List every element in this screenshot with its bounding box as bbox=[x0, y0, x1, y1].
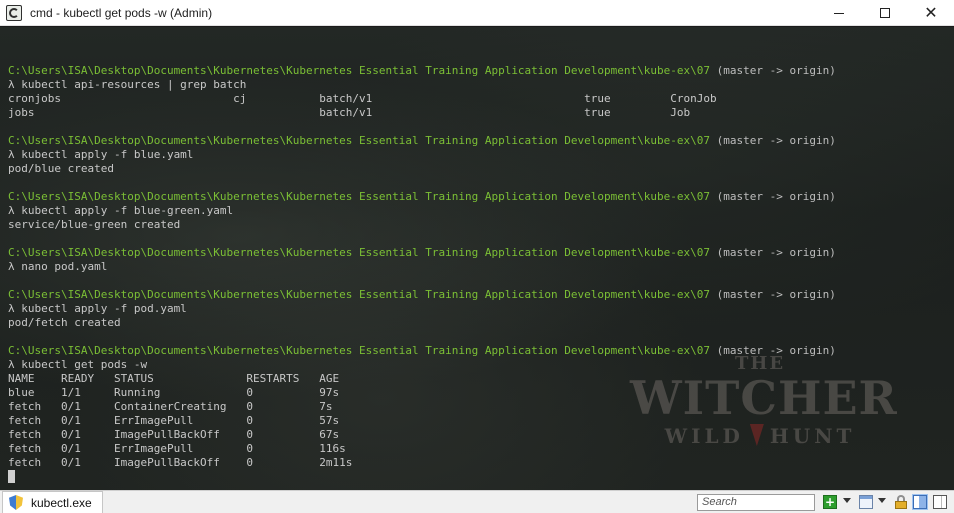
prompt-line: C:\Users\ISA\Desktop\Documents\Kubernete… bbox=[8, 190, 836, 204]
cursor-line bbox=[8, 470, 836, 484]
tab-kubectl[interactable]: kubectl.exe bbox=[2, 491, 103, 513]
prompt-path: C:\Users\ISA\Desktop\Documents\Kubernete… bbox=[8, 246, 710, 259]
output-line: NAME READY STATUS RESTARTS AGE bbox=[8, 372, 340, 385]
plus-icon[interactable]: + bbox=[823, 495, 837, 509]
window-title: cmd - kubectl get pods -w (Admin) bbox=[30, 5, 213, 20]
git-branch: (master -> origin) bbox=[716, 344, 836, 357]
prompt-path: C:\Users\ISA\Desktop\Documents\Kubernete… bbox=[8, 344, 710, 357]
maximize-button[interactable] bbox=[862, 0, 908, 26]
close-icon: ✕ bbox=[924, 3, 938, 22]
close-button[interactable]: ✕ bbox=[908, 0, 954, 26]
command-line: λ kubectl api-resources | grep batch bbox=[8, 78, 247, 91]
prompt-line: C:\Users\ISA\Desktop\Documents\Kubernete… bbox=[8, 134, 836, 148]
lock-icon[interactable] bbox=[894, 495, 908, 509]
prompt-path: C:\Users\ISA\Desktop\Documents\Kubernete… bbox=[8, 288, 710, 301]
title-bar: cmd - kubectl get pods -w (Admin) ✕ bbox=[0, 0, 954, 26]
tab-label: kubectl.exe bbox=[31, 495, 92, 510]
output-line: pod/fetch created bbox=[8, 316, 121, 329]
console-output: C:\Users\ISA\Desktop\Documents\Kubernete… bbox=[8, 50, 836, 484]
output-line: fetch 0/1 ErrImagePull 0 116s bbox=[8, 442, 346, 455]
git-branch: (master -> origin) bbox=[716, 190, 836, 203]
maximize-icon bbox=[880, 8, 890, 18]
prompt-line: C:\Users\ISA\Desktop\Documents\Kubernete… bbox=[8, 288, 836, 302]
console-app-icon[interactable] bbox=[6, 4, 22, 21]
status-bar: kubectl.exe Search + bbox=[0, 490, 954, 513]
command-line: λ kubectl apply -f pod.yaml bbox=[8, 302, 187, 315]
chevron-down-icon[interactable] bbox=[878, 498, 886, 504]
git-branch: (master -> origin) bbox=[716, 288, 836, 301]
split-view-icon[interactable] bbox=[933, 495, 947, 509]
prompt-path: C:\Users\ISA\Desktop\Documents\Kubernete… bbox=[8, 190, 710, 203]
prompt-line: C:\Users\ISA\Desktop\Documents\Kubernete… bbox=[8, 344, 836, 358]
command-line: λ kubectl apply -f blue.yaml bbox=[8, 148, 194, 161]
output-line: pod/blue created bbox=[8, 162, 114, 175]
prompt-path: C:\Users\ISA\Desktop\Documents\Kubernete… bbox=[8, 134, 710, 147]
git-branch: (master -> origin) bbox=[716, 64, 836, 77]
git-branch: (master -> origin) bbox=[716, 246, 836, 259]
output-line: fetch 0/1 ErrImagePull 0 57s bbox=[8, 414, 340, 427]
output-line: fetch 0/1 ImagePullBackOff 0 67s bbox=[8, 428, 340, 441]
output-line: service/blue-green created bbox=[8, 218, 181, 231]
console-area[interactable]: THE WITCHER WILD HUNT C:\Users\ISA\Deskto… bbox=[0, 27, 954, 490]
text-cursor bbox=[8, 470, 15, 483]
layout-icon[interactable] bbox=[912, 494, 928, 510]
prompt-line: C:\Users\ISA\Desktop\Documents\Kubernete… bbox=[8, 246, 836, 260]
shield-icon bbox=[9, 495, 23, 510]
command-line: λ kubectl get pods -w bbox=[8, 358, 148, 371]
minimize-icon bbox=[834, 12, 844, 14]
output-line: fetch 0/1 ImagePullBackOff 0 2m11s bbox=[8, 456, 353, 469]
prompt-path: C:\Users\ISA\Desktop\Documents\Kubernete… bbox=[8, 64, 710, 77]
window-icon[interactable] bbox=[859, 495, 873, 509]
prompt-line: C:\Users\ISA\Desktop\Documents\Kubernete… bbox=[8, 64, 836, 78]
output-line: blue 1/1 Running 0 97s bbox=[8, 386, 340, 399]
window-controls: ✕ bbox=[816, 0, 954, 26]
minimize-button[interactable] bbox=[816, 0, 862, 26]
command-line: λ kubectl apply -f blue-green.yaml bbox=[8, 204, 234, 217]
output-line: jobs batch/v1 true Job bbox=[8, 106, 691, 119]
output-line: cronjobs cj batch/v1 true CronJob bbox=[8, 92, 717, 105]
command-line: λ nano pod.yaml bbox=[8, 260, 108, 273]
output-line: fetch 0/1 ContainerCreating 0 7s bbox=[8, 400, 333, 413]
search-input[interactable]: Search bbox=[697, 494, 815, 511]
git-branch: (master -> origin) bbox=[716, 134, 836, 147]
chevron-down-icon[interactable] bbox=[843, 498, 851, 504]
